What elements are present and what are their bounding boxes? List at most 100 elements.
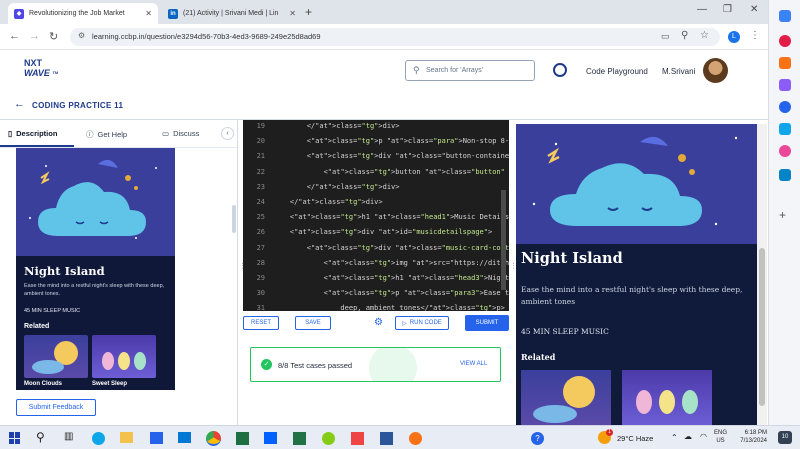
- pdf-icon[interactable]: [351, 432, 364, 445]
- code-line[interactable]: <"at">class="tg">h1 "at">class="head3">N…: [273, 274, 509, 282]
- add-side-icon[interactable]: +: [779, 208, 786, 222]
- notification-count[interactable]: 10: [778, 431, 792, 444]
- profile-avatar[interactable]: L: [728, 31, 740, 43]
- code-playground-link[interactable]: Code Playground: [586, 67, 648, 76]
- forward-icon[interactable]: →: [29, 30, 40, 42]
- preview-related-thumb[interactable]: [622, 370, 712, 425]
- linkedin-icon: in: [168, 8, 178, 19]
- nxtwave-logo[interactable]: NXT WAVE TM: [24, 58, 58, 78]
- edge-icon[interactable]: [92, 432, 105, 445]
- mail-icon[interactable]: [178, 432, 191, 443]
- games-icon[interactable]: [779, 101, 791, 113]
- excel-icon[interactable]: [236, 432, 249, 445]
- submit-button[interactable]: SUBMIT: [465, 315, 509, 331]
- preview-related-thumb[interactable]: [521, 370, 611, 425]
- search-icon[interactable]: ⚲: [36, 430, 45, 444]
- close-tab-icon[interactable]: ✕: [289, 9, 296, 18]
- zoom-icon[interactable]: ⚲: [681, 30, 688, 41]
- practice-title-bar: ← CODING PRACTICE 11: [0, 92, 768, 120]
- search-side-icon[interactable]: [779, 35, 791, 47]
- app-icon[interactable]: [322, 432, 335, 445]
- user-name[interactable]: M.Srivani: [662, 67, 695, 76]
- outlook-icon[interactable]: [779, 145, 791, 157]
- avatar[interactable]: [703, 58, 728, 83]
- save-button[interactable]: SAVE: [295, 316, 331, 330]
- discuss-icon: ▭: [162, 129, 170, 138]
- windows-start-icon[interactable]: [9, 432, 21, 444]
- run-code-button[interactable]: ▷ RUN CODE: [395, 316, 449, 330]
- code-line[interactable]: <"at">class="tg">div "at">class="button-…: [273, 152, 509, 160]
- language-indicator[interactable]: ENG US: [714, 429, 727, 445]
- back-icon[interactable]: ←: [9, 30, 20, 42]
- line-number: 29: [256, 274, 265, 282]
- code-line[interactable]: <"at">class="tg">button "at">class="butt…: [273, 168, 509, 176]
- browser-menu-icon[interactable]: ⋮: [750, 30, 760, 41]
- firefox-icon[interactable]: [409, 432, 422, 445]
- back-arrow-icon[interactable]: ←: [14, 98, 25, 110]
- dropbox-icon[interactable]: [264, 432, 277, 444]
- cast-icon[interactable]: ▭: [661, 31, 670, 42]
- excel-alt-icon[interactable]: [293, 432, 306, 445]
- code-line[interactable]: </"at">class="tg">div>: [273, 198, 383, 206]
- submit-feedback-button[interactable]: Submit Feedback: [16, 399, 96, 416]
- card-title: Night Island: [24, 264, 105, 278]
- help-app-icon[interactable]: ?: [531, 432, 544, 445]
- close-tab-icon[interactable]: ✕: [145, 9, 152, 18]
- tab-get-help[interactable]: ⓘ Get Help: [86, 129, 127, 140]
- collapse-panel-icon[interactable]: ‹: [221, 127, 234, 140]
- code-line[interactable]: <"at">class="tg">p "at">class="para3">Ea…: [273, 289, 509, 297]
- wifi-icon[interactable]: ◠: [700, 432, 707, 441]
- chrome-icon[interactable]: [206, 431, 221, 446]
- related-thumb-moon-clouds[interactable]: [24, 335, 88, 378]
- url-field[interactable]: ⚙ learning.ccbp.in/question/e3294d56-70b…: [70, 28, 720, 46]
- cloud-icon[interactable]: ☁: [684, 432, 692, 441]
- search-input[interactable]: Search for 'Arrays': [426, 67, 483, 74]
- panel-scrollbar[interactable]: [232, 205, 236, 233]
- code-line[interactable]: deep, ambient tones</"at">class="tg">p>: [273, 304, 504, 311]
- code-line[interactable]: <"at">class="tg">h1 "at">class="head1">M…: [273, 213, 509, 221]
- code-line[interactable]: <"at">class="tg">p "at">class="para">Non…: [273, 137, 509, 145]
- view-all-link[interactable]: VIEW ALL: [460, 361, 487, 367]
- search-box[interactable]: ⚲ Search for 'Arrays': [405, 60, 535, 81]
- code-line[interactable]: <"at">class="tg">div "at">id="musicdetai…: [273, 228, 492, 236]
- designer-icon[interactable]: [779, 169, 791, 181]
- preview-scrollbar[interactable]: [759, 248, 765, 406]
- copilot-icon[interactable]: [779, 10, 791, 22]
- line-number: 24: [256, 198, 265, 206]
- minimize-icon[interactable]: —: [697, 4, 707, 15]
- shopping-icon[interactable]: [779, 57, 791, 69]
- code-editor[interactable]: 19 </"at">class="tg">div> 20 <"at">class=…: [243, 120, 509, 311]
- settings-gear-icon[interactable]: ⚙: [374, 317, 383, 328]
- reset-button[interactable]: RESET: [243, 316, 279, 330]
- weather-text[interactable]: 29°C Haze: [617, 434, 653, 443]
- page-title: CODING PRACTICE 11: [32, 101, 124, 110]
- moon-clouds-image: [32, 341, 78, 374]
- streak-timer-icon[interactable]: [553, 63, 567, 77]
- code-line[interactable]: </"at">class="tg">div>: [273, 183, 400, 191]
- store-icon[interactable]: [150, 432, 163, 444]
- task-view-icon[interactable]: ▥: [64, 431, 73, 442]
- preview-description: Ease the mind into a restful night's sle…: [521, 285, 743, 306]
- code-line[interactable]: <"at">class="tg">div "at">class="music-c…: [273, 244, 509, 252]
- tab-discuss[interactable]: ▭ Discuss: [162, 129, 199, 138]
- tools-icon[interactable]: [779, 79, 791, 91]
- code-line[interactable]: </"at">class="tg">div>: [273, 122, 400, 130]
- browser-tab-linkedin[interactable]: in (21) Activity | Srivani Medi | Lin ✕: [162, 3, 302, 24]
- site-info-icon[interactable]: ⚙: [78, 31, 85, 40]
- bookmark-star-icon[interactable]: ☆: [700, 30, 709, 41]
- code-line[interactable]: <"at">class="tg">img "at">src="https://d…: [273, 259, 509, 267]
- tab-description[interactable]: ▯ Description: [8, 129, 57, 138]
- file-explorer-icon[interactable]: [120, 432, 133, 443]
- browser-tab-active[interactable]: ◆ Revolutionizing the Job Market ✕: [8, 3, 158, 24]
- editor-scrollbar[interactable]: [501, 190, 506, 290]
- word-icon[interactable]: [380, 432, 393, 445]
- close-window-icon[interactable]: ✕: [750, 4, 758, 15]
- clock[interactable]: 6:18 PM 7/13/2024: [733, 429, 767, 445]
- maximize-icon[interactable]: ❐: [723, 4, 732, 15]
- tab-title: Revolutionizing the Job Market: [29, 10, 125, 17]
- office-icon[interactable]: [779, 123, 791, 135]
- chevron-up-icon[interactable]: ⌃: [671, 433, 678, 442]
- related-thumb-sweet-sleep[interactable]: [92, 335, 156, 378]
- reload-icon[interactable]: ↻: [49, 30, 58, 43]
- new-tab-icon[interactable]: +: [305, 5, 312, 19]
